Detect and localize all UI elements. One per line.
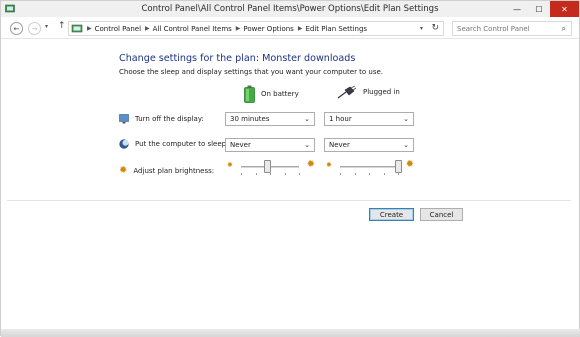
slider-tick bbox=[270, 173, 271, 175]
search-box[interactable]: ⌕ bbox=[452, 21, 572, 36]
footer-divider bbox=[7, 200, 571, 201]
slider-tick bbox=[340, 173, 341, 175]
chevron-down-icon: ⌄ bbox=[403, 141, 409, 149]
slider-thumb[interactable] bbox=[263, 160, 271, 173]
breadcrumb-control-panel[interactable]: Control Panel bbox=[95, 25, 141, 33]
back-button[interactable]: ← bbox=[10, 22, 23, 35]
sleep-setting-label-row: Put the computer to sleep: bbox=[119, 139, 228, 149]
page-heading: Change settings for the plan: Monster do… bbox=[119, 53, 356, 64]
window-title: Control Panel\All Control Panel Items\Po… bbox=[141, 4, 439, 14]
on-battery-header: On battery bbox=[244, 85, 299, 103]
recent-locations-button[interactable]: ▾ bbox=[45, 23, 48, 30]
address-box[interactable]: ▶ Control Panel ▶ All Control Panel Item… bbox=[68, 21, 444, 36]
brightness-sun-icon: ✹ bbox=[119, 165, 128, 176]
brightness-plugged-slider[interactable]: ✹ ✹ bbox=[324, 158, 414, 178]
slider-tick bbox=[284, 173, 286, 175]
close-button[interactable]: ✕ bbox=[550, 1, 579, 17]
bright-sun-icon: ✹ bbox=[306, 159, 315, 170]
plugged-in-header: Plugged in bbox=[337, 85, 400, 99]
plugged-in-label: Plugged in bbox=[363, 88, 400, 96]
display-off-battery-select[interactable]: 30 minutes ⌄ bbox=[225, 112, 315, 126]
slider-tick bbox=[241, 173, 242, 175]
slider-tick bbox=[299, 173, 300, 175]
refresh-icon[interactable]: ↻ bbox=[431, 23, 439, 33]
control-panel-window: Control Panel\All Control Panel Items\Po… bbox=[0, 0, 580, 337]
sleep-plugged-value: Never bbox=[329, 141, 350, 149]
dim-sun-icon: ✹ bbox=[227, 161, 233, 169]
sleep-moon-icon bbox=[119, 139, 129, 149]
create-button[interactable]: Create bbox=[369, 208, 414, 221]
address-dropdown-icon[interactable]: ▾ bbox=[420, 25, 423, 32]
control-panel-icon bbox=[71, 24, 83, 32]
breadcrumb-edit-plan-settings[interactable]: Edit Plan Settings bbox=[305, 25, 367, 33]
forward-button[interactable]: → bbox=[28, 22, 41, 35]
title-bar: Control Panel\All Control Panel Items\Po… bbox=[1, 1, 579, 17]
display-off-plugged-value: 1 hour bbox=[329, 115, 352, 123]
power-plug-icon bbox=[337, 85, 357, 99]
on-battery-label: On battery bbox=[261, 90, 299, 98]
display-off-plugged-select[interactable]: 1 hour ⌄ bbox=[324, 112, 414, 126]
search-icon[interactable]: ⌕ bbox=[562, 24, 566, 34]
chevron-down-icon: ⌄ bbox=[304, 115, 310, 123]
battery-icon bbox=[244, 85, 255, 103]
breadcrumb-separator-icon[interactable]: ▶ bbox=[145, 25, 150, 32]
slider-tick bbox=[369, 173, 370, 175]
slider-tick bbox=[354, 173, 356, 175]
breadcrumb-all-items[interactable]: All Control Panel Items bbox=[153, 25, 232, 33]
slider-thumb[interactable] bbox=[394, 160, 402, 173]
sleep-battery-value: Never bbox=[230, 141, 251, 149]
sleep-plugged-select[interactable]: Never ⌄ bbox=[324, 138, 414, 152]
minimize-button[interactable]: — bbox=[506, 1, 528, 17]
slider-tick bbox=[383, 173, 385, 175]
breadcrumb-power-options[interactable]: Power Options bbox=[243, 25, 293, 33]
sleep-setting-label: Put the computer to sleep: bbox=[135, 140, 229, 148]
slider-tick bbox=[255, 173, 257, 175]
page-description: Choose the sleep and display settings th… bbox=[119, 68, 384, 76]
breadcrumb-separator-icon: ▶ bbox=[87, 25, 92, 32]
display-setting-label: Turn off the display: bbox=[135, 115, 204, 123]
brightness-setting-label: Adjust plan brightness: bbox=[133, 166, 215, 175]
slider-ticks bbox=[241, 173, 300, 175]
chevron-down-icon: ⌄ bbox=[403, 115, 409, 123]
navigation-bar: ← → ▾ ↑ ▶ Control Panel ▶ All Control Pa… bbox=[1, 19, 579, 39]
sleep-battery-select[interactable]: Never ⌄ bbox=[225, 138, 315, 152]
up-button[interactable]: ↑ bbox=[58, 21, 66, 31]
cancel-button[interactable]: Cancel bbox=[420, 208, 463, 221]
chevron-down-icon: ⌄ bbox=[304, 141, 310, 149]
breadcrumb-separator-icon[interactable]: ▶ bbox=[236, 25, 241, 32]
maximize-button[interactable]: ☐ bbox=[528, 1, 550, 17]
slider-tick bbox=[398, 173, 399, 175]
slider-ticks bbox=[340, 173, 399, 175]
display-off-battery-value: 30 minutes bbox=[230, 115, 270, 123]
brightness-setting-label-row: ✹ Adjust plan brightness: bbox=[119, 165, 214, 176]
bright-sun-icon: ✹ bbox=[405, 159, 414, 170]
dim-sun-icon: ✹ bbox=[326, 161, 332, 169]
display-setting-label-row: Turn off the display: bbox=[119, 114, 204, 124]
monitor-icon bbox=[119, 114, 129, 124]
brightness-battery-slider[interactable]: ✹ ✹ bbox=[225, 158, 315, 178]
search-input[interactable] bbox=[457, 24, 557, 33]
slider-track[interactable] bbox=[340, 166, 398, 168]
breadcrumb-separator-icon[interactable]: ▶ bbox=[298, 25, 303, 32]
